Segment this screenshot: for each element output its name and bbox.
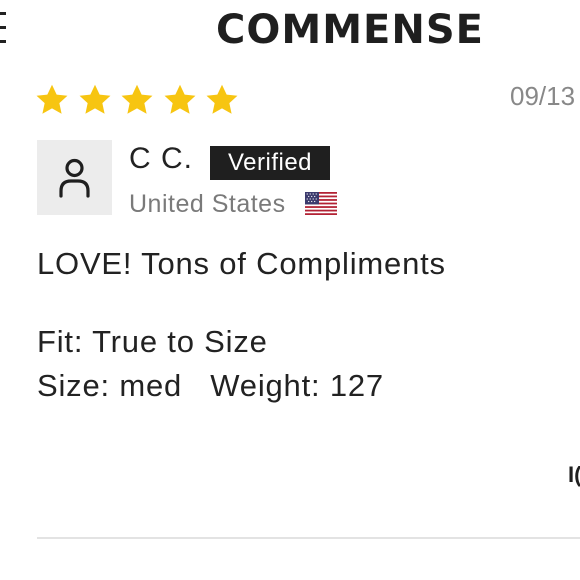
review-date: 09/13 xyxy=(510,81,576,111)
star-icon xyxy=(77,82,113,118)
review-page: COMMENSE 09/13 C C. Verified United Stat… xyxy=(0,0,580,580)
reviewer-name: C C. xyxy=(129,142,193,175)
review-size-weight-line: Size: med Weight: 127 xyxy=(37,368,384,403)
star-icon xyxy=(34,82,70,118)
helpful-vote-button[interactable]: I( xyxy=(568,462,580,488)
star-rating xyxy=(34,82,247,118)
user-icon xyxy=(59,158,90,198)
star-icon xyxy=(204,82,240,118)
brand-logo[interactable]: COMMENSE xyxy=(0,4,580,56)
review-fit-line: Fit: True to Size xyxy=(37,324,268,359)
verified-badge: Verified xyxy=(210,146,330,180)
reviewer-location: United States xyxy=(129,190,286,218)
avatar xyxy=(37,140,112,215)
review-divider xyxy=(37,537,580,539)
us-flag-icon xyxy=(305,192,337,215)
review-title: LOVE! Tons of Compliments xyxy=(37,246,446,281)
star-icon xyxy=(119,82,155,118)
star-icon xyxy=(162,82,198,118)
